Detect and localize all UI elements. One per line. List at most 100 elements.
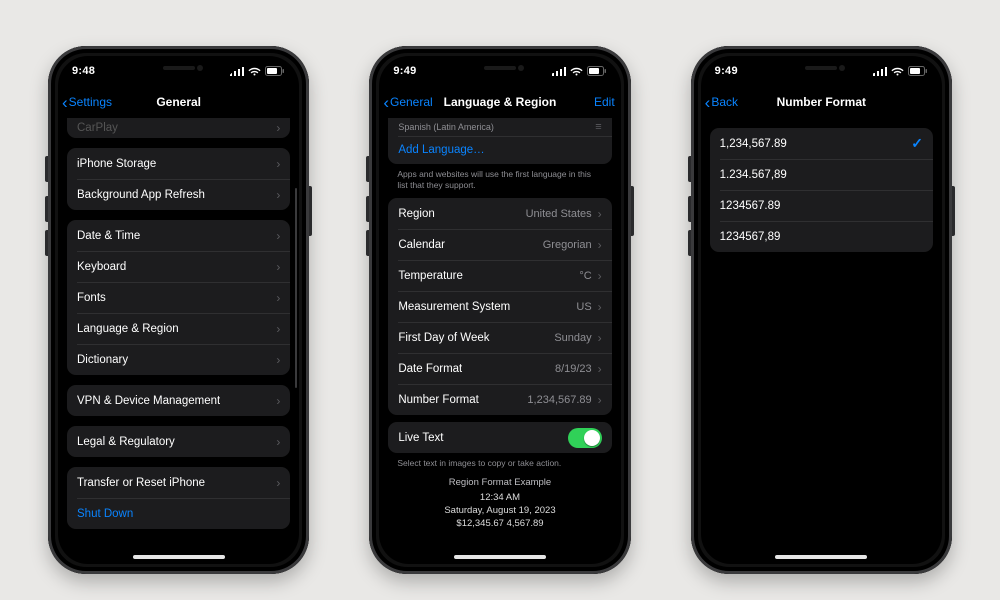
- row-iphone-storage[interactable]: iPhone Storage›: [67, 148, 290, 179]
- home-indicator[interactable]: [133, 555, 225, 559]
- language-footer: Apps and websites will use the first lan…: [379, 164, 620, 191]
- back-label: Settings: [69, 95, 112, 109]
- option-1[interactable]: 1.234.567,89: [710, 159, 933, 190]
- example-header: Region Format Example: [379, 477, 620, 490]
- live-text-toggle[interactable]: [568, 428, 602, 448]
- row-temperature[interactable]: Temperature°C›: [388, 260, 611, 291]
- back-label: General: [390, 95, 433, 109]
- row-language-region[interactable]: Language & Region ›: [67, 313, 290, 344]
- back-button[interactable]: ‹ General: [383, 94, 432, 111]
- chevron-right-icon: ›: [598, 238, 602, 252]
- row-label: First Day of Week: [398, 332, 489, 344]
- row-date-time[interactable]: Date & Time ›: [67, 220, 290, 251]
- row-date-format[interactable]: Date Format 8/19/23 ›: [388, 353, 611, 384]
- battery-icon: [265, 66, 285, 76]
- row-value: Gregorian: [543, 239, 592, 251]
- screen-number-format: 9:49 ‹ Back Number Format 1,234,567.89✓1…: [701, 56, 942, 564]
- shut-down-button[interactable]: Shut Down: [67, 498, 290, 529]
- clipped-group: CarPlay ›: [67, 118, 290, 138]
- row-value: US: [576, 301, 591, 313]
- chevron-right-icon: ›: [276, 291, 280, 305]
- row-label: Calendar: [398, 239, 445, 251]
- row-label: VPN & Device Management: [77, 395, 220, 407]
- row-value: United States: [526, 208, 592, 220]
- row-transfer-reset[interactable]: Transfer or Reset iPhone ›: [67, 467, 290, 498]
- option-0[interactable]: 1,234,567.89✓: [710, 128, 933, 159]
- battery-icon: [908, 66, 928, 76]
- row-label: Legal & Regulatory: [77, 436, 175, 448]
- notch: [765, 56, 877, 78]
- chevron-right-icon: ›: [598, 362, 602, 376]
- nav-bar: ‹ Settings General: [58, 86, 299, 118]
- language-group: Spanish (Latin America) ≡ Add Language…: [388, 118, 611, 164]
- row-value: 8/19/23: [555, 363, 592, 375]
- phone-language-region: 9:49 ‹ General Language & Region Edit: [369, 46, 630, 574]
- row-label: Temperature: [398, 270, 463, 282]
- row-label: Shut Down: [77, 508, 133, 520]
- chevron-right-icon: ›: [276, 322, 280, 336]
- chevron-left-icon: ‹: [62, 94, 68, 111]
- back-button[interactable]: ‹ Settings: [62, 94, 112, 111]
- row-region[interactable]: Region United States ›: [388, 198, 611, 229]
- chevron-right-icon: ›: [276, 229, 280, 243]
- row-measurement-system[interactable]: Measurement SystemUS›: [388, 291, 611, 322]
- status-time: 9:48: [72, 65, 95, 77]
- option-label: 1234567,89: [720, 231, 781, 243]
- home-indicator[interactable]: [454, 555, 546, 559]
- row-background-app-refresh[interactable]: Background App Refresh ›: [67, 179, 290, 210]
- option-label: 1,234,567.89: [720, 138, 787, 150]
- chevron-right-icon: ›: [598, 331, 602, 345]
- notch: [444, 56, 556, 78]
- notch: [123, 56, 235, 78]
- row-label: Date & Time: [77, 230, 140, 242]
- add-language-button[interactable]: Add Language…: [388, 136, 611, 164]
- row-legal-regulatory[interactable]: Legal & Regulatory›: [67, 426, 290, 457]
- edit-button[interactable]: Edit: [594, 95, 615, 109]
- option-label: 1234567.89: [720, 200, 781, 212]
- chevron-right-icon: ›: [276, 188, 280, 202]
- reorder-icon[interactable]: ≡: [595, 121, 601, 133]
- screen-language-region: 9:49 ‹ General Language & Region Edit: [379, 56, 620, 564]
- status-indicators: [552, 66, 607, 76]
- row-label: CarPlay: [77, 122, 118, 134]
- row-label: Live Text: [398, 432, 443, 444]
- back-label: Back: [711, 95, 738, 109]
- wifi-icon: [570, 67, 583, 76]
- row-number-format[interactable]: Number Format1,234,567.89›: [388, 384, 611, 415]
- row-fonts[interactable]: Fonts›: [67, 282, 290, 313]
- chevron-right-icon: ›: [598, 207, 602, 221]
- row-label: Language & Region: [77, 323, 179, 335]
- option-2[interactable]: 1234567.89: [710, 190, 933, 221]
- battery-icon: [587, 66, 607, 76]
- home-indicator[interactable]: [775, 555, 867, 559]
- chevron-right-icon: ›: [598, 300, 602, 314]
- status-indicators: [230, 66, 285, 76]
- row-value: 1,234,567.89: [527, 394, 591, 406]
- example-line: Saturday, August 19, 2023: [379, 505, 620, 518]
- chevron-right-icon: ›: [276, 157, 280, 171]
- nav-bar: ‹ General Language & Region Edit: [379, 86, 620, 118]
- live-text-footer: Select text in images to copy or take ac…: [379, 453, 620, 469]
- chevron-right-icon: ›: [598, 269, 602, 283]
- row-calendar[interactable]: Calendar Gregorian ›: [388, 229, 611, 260]
- row-label: Region: [398, 208, 434, 220]
- chevron-right-icon: ›: [276, 121, 280, 135]
- row-keyboard[interactable]: Keyboard›: [67, 251, 290, 282]
- row-dictionary[interactable]: Dictionary ›: [67, 344, 290, 375]
- row-label: Date Format: [398, 363, 462, 375]
- option-label: 1.234.567,89: [720, 169, 787, 181]
- row-vpn-device-management[interactable]: VPN & Device Management›: [67, 385, 290, 416]
- phone-general: 9:48 ‹ Settings General: [48, 46, 309, 574]
- option-3[interactable]: 1234567,89: [710, 221, 933, 252]
- back-button[interactable]: ‹ Back: [705, 94, 738, 111]
- row-label: Number Format: [398, 394, 479, 406]
- chevron-left-icon: ‹: [383, 94, 389, 111]
- row-value: Sunday: [554, 332, 591, 344]
- chevron-right-icon: ›: [276, 353, 280, 367]
- row-label: Dictionary: [77, 354, 128, 366]
- screen-general: 9:48 ‹ Settings General: [58, 56, 299, 564]
- row-carplay[interactable]: CarPlay ›: [67, 118, 290, 138]
- row-label: Background App Refresh: [77, 189, 205, 201]
- row-first-day-of-week[interactable]: First Day of Week Sunday ›: [388, 322, 611, 353]
- row-language-spanish[interactable]: Spanish (Latin America) ≡: [388, 118, 611, 136]
